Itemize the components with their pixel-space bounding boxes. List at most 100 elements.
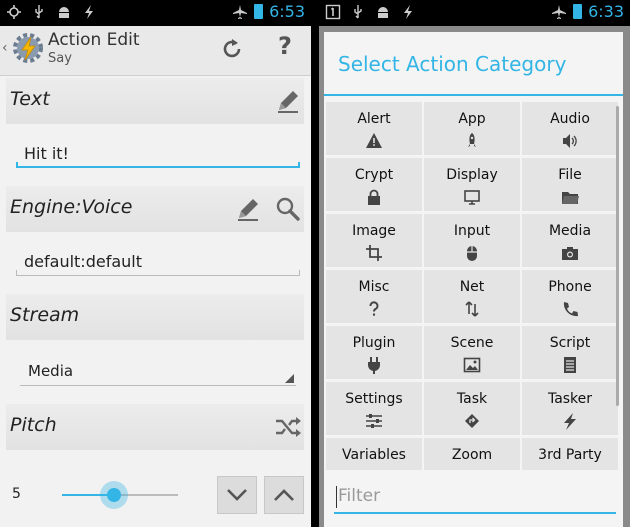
category-label: Input (453, 223, 491, 239)
category-alert[interactable]: Alert (326, 102, 422, 155)
category-variables[interactable]: Variables (326, 438, 422, 470)
sliders-icon (365, 412, 383, 430)
category-media[interactable]: Media (522, 214, 618, 267)
crop-icon (365, 244, 383, 262)
category-label: 3rd Party (538, 447, 602, 463)
category-crypt[interactable]: Crypt (326, 158, 422, 211)
category-label: Net (459, 279, 485, 295)
category-label: App (458, 111, 486, 127)
category-task[interactable]: Task (424, 382, 520, 435)
tasker-logo-icon[interactable] (12, 32, 44, 64)
category-label: Settings (345, 391, 403, 407)
action-bar-title: Action Edit (48, 30, 140, 50)
category-image[interactable]: Image (326, 214, 422, 267)
category-label: Display (446, 167, 498, 183)
picture-icon (463, 356, 481, 374)
tasker-lightning-icon (81, 4, 97, 20)
help-button[interactable]: ? (278, 32, 292, 60)
lock-icon (365, 188, 383, 206)
category-label: File (558, 167, 582, 183)
monitor-icon (463, 188, 481, 206)
engine-voice-input[interactable]: default:default (16, 246, 300, 280)
usb-icon (350, 4, 366, 20)
notification-one-icon (325, 4, 341, 20)
category-label: Plugin (352, 335, 396, 351)
filter-underline (334, 512, 616, 514)
folder-icon (561, 188, 579, 206)
category-net[interactable]: Net (424, 270, 520, 323)
category-label: Zoom (451, 447, 493, 463)
grid-scrollbar[interactable] (616, 106, 619, 406)
text-cursor (336, 486, 337, 508)
category-scene[interactable]: Scene (424, 326, 520, 379)
category-label: Script (549, 335, 591, 351)
stream-section-header: Stream (6, 294, 304, 340)
pitch-increase-button[interactable] (264, 476, 304, 514)
category-3rd-party[interactable]: 3rd Party (522, 438, 618, 470)
android-icon (56, 4, 72, 20)
category-label: Misc (358, 279, 390, 295)
android-icon (375, 4, 391, 20)
tasker-lightning-icon (400, 4, 416, 20)
category-label: Media (548, 223, 592, 239)
category-settings[interactable]: Settings (326, 382, 422, 435)
category-script[interactable]: Script (522, 326, 618, 379)
battery-icon (573, 4, 583, 19)
stream-spinner[interactable]: Media (20, 358, 296, 386)
category-label: Scene (450, 335, 494, 351)
pitch-decrease-button[interactable] (217, 476, 257, 514)
phone-icon (561, 300, 579, 318)
category-audio[interactable]: Audio (522, 102, 618, 155)
engine-section-label: Engine:Voice (10, 196, 133, 218)
stream-section-label: Stream (10, 304, 80, 326)
category-label: Task (456, 391, 488, 407)
pitch-slider-thumb[interactable] (100, 481, 129, 509)
search-icon[interactable] (274, 195, 302, 223)
category-label: Image (352, 223, 396, 239)
category-label: Alert (357, 111, 391, 127)
filter-input[interactable]: Filter (334, 480, 616, 516)
diamond-arrow-icon (463, 412, 481, 430)
engine-voice-value: default:default (24, 252, 142, 271)
plug-icon (365, 356, 383, 374)
stream-spinner-value: Media (28, 362, 74, 380)
category-phone[interactable]: Phone (522, 270, 618, 323)
category-display[interactable]: Display (424, 158, 520, 211)
action-bar: ‹ Action Edit Say ? (0, 26, 311, 76)
dialog-title: Select Action Category (338, 52, 567, 76)
dialog-title-divider (324, 94, 623, 96)
warning-icon (365, 132, 383, 150)
category-label: Crypt (354, 167, 394, 183)
pencil-icon[interactable] (274, 87, 302, 115)
usb-icon (31, 4, 47, 20)
action-edit-screen: 6:53 ‹ Action Edit Say ? Text Hit it! En… (0, 0, 311, 527)
back-chevron-icon[interactable]: ‹ (2, 40, 8, 56)
category-file[interactable]: File (522, 158, 618, 211)
text-section-header: Text (6, 78, 304, 124)
text-input[interactable]: Hit it! (16, 138, 300, 172)
dropdown-corner-icon (285, 374, 294, 383)
camera-icon (561, 244, 579, 262)
text-input-underline (16, 162, 300, 168)
airplane-icon (232, 4, 248, 20)
pitch-value: 5 (12, 486, 21, 502)
category-dialog: Select Action Category Alert App Audio Cryp… (324, 32, 623, 527)
status-time: 6:53 (269, 2, 305, 21)
updown-arrows-icon (463, 300, 481, 318)
category-input[interactable]: Input (424, 214, 520, 267)
gps-icon (6, 4, 22, 20)
category-app[interactable]: App (424, 102, 520, 155)
status-bar: 6:53 (0, 0, 311, 26)
pencil-icon[interactable] (234, 195, 262, 223)
category-tasker[interactable]: Tasker (522, 382, 618, 435)
select-category-screen: 6:33 Select Action Category Alert App Audi… (319, 0, 630, 527)
category-zoom[interactable]: Zoom (424, 438, 520, 470)
chevron-up-icon (274, 489, 294, 501)
category-misc[interactable]: Misc (326, 270, 422, 323)
category-grid: Alert App Audio Crypt Display File Image Input M… (326, 102, 620, 470)
category-plugin[interactable]: Plugin (326, 326, 422, 379)
shuffle-icon[interactable] (274, 413, 302, 441)
status-time: 6:33 (588, 2, 624, 21)
lightning-icon (561, 412, 579, 430)
refresh-icon[interactable] (219, 36, 245, 62)
